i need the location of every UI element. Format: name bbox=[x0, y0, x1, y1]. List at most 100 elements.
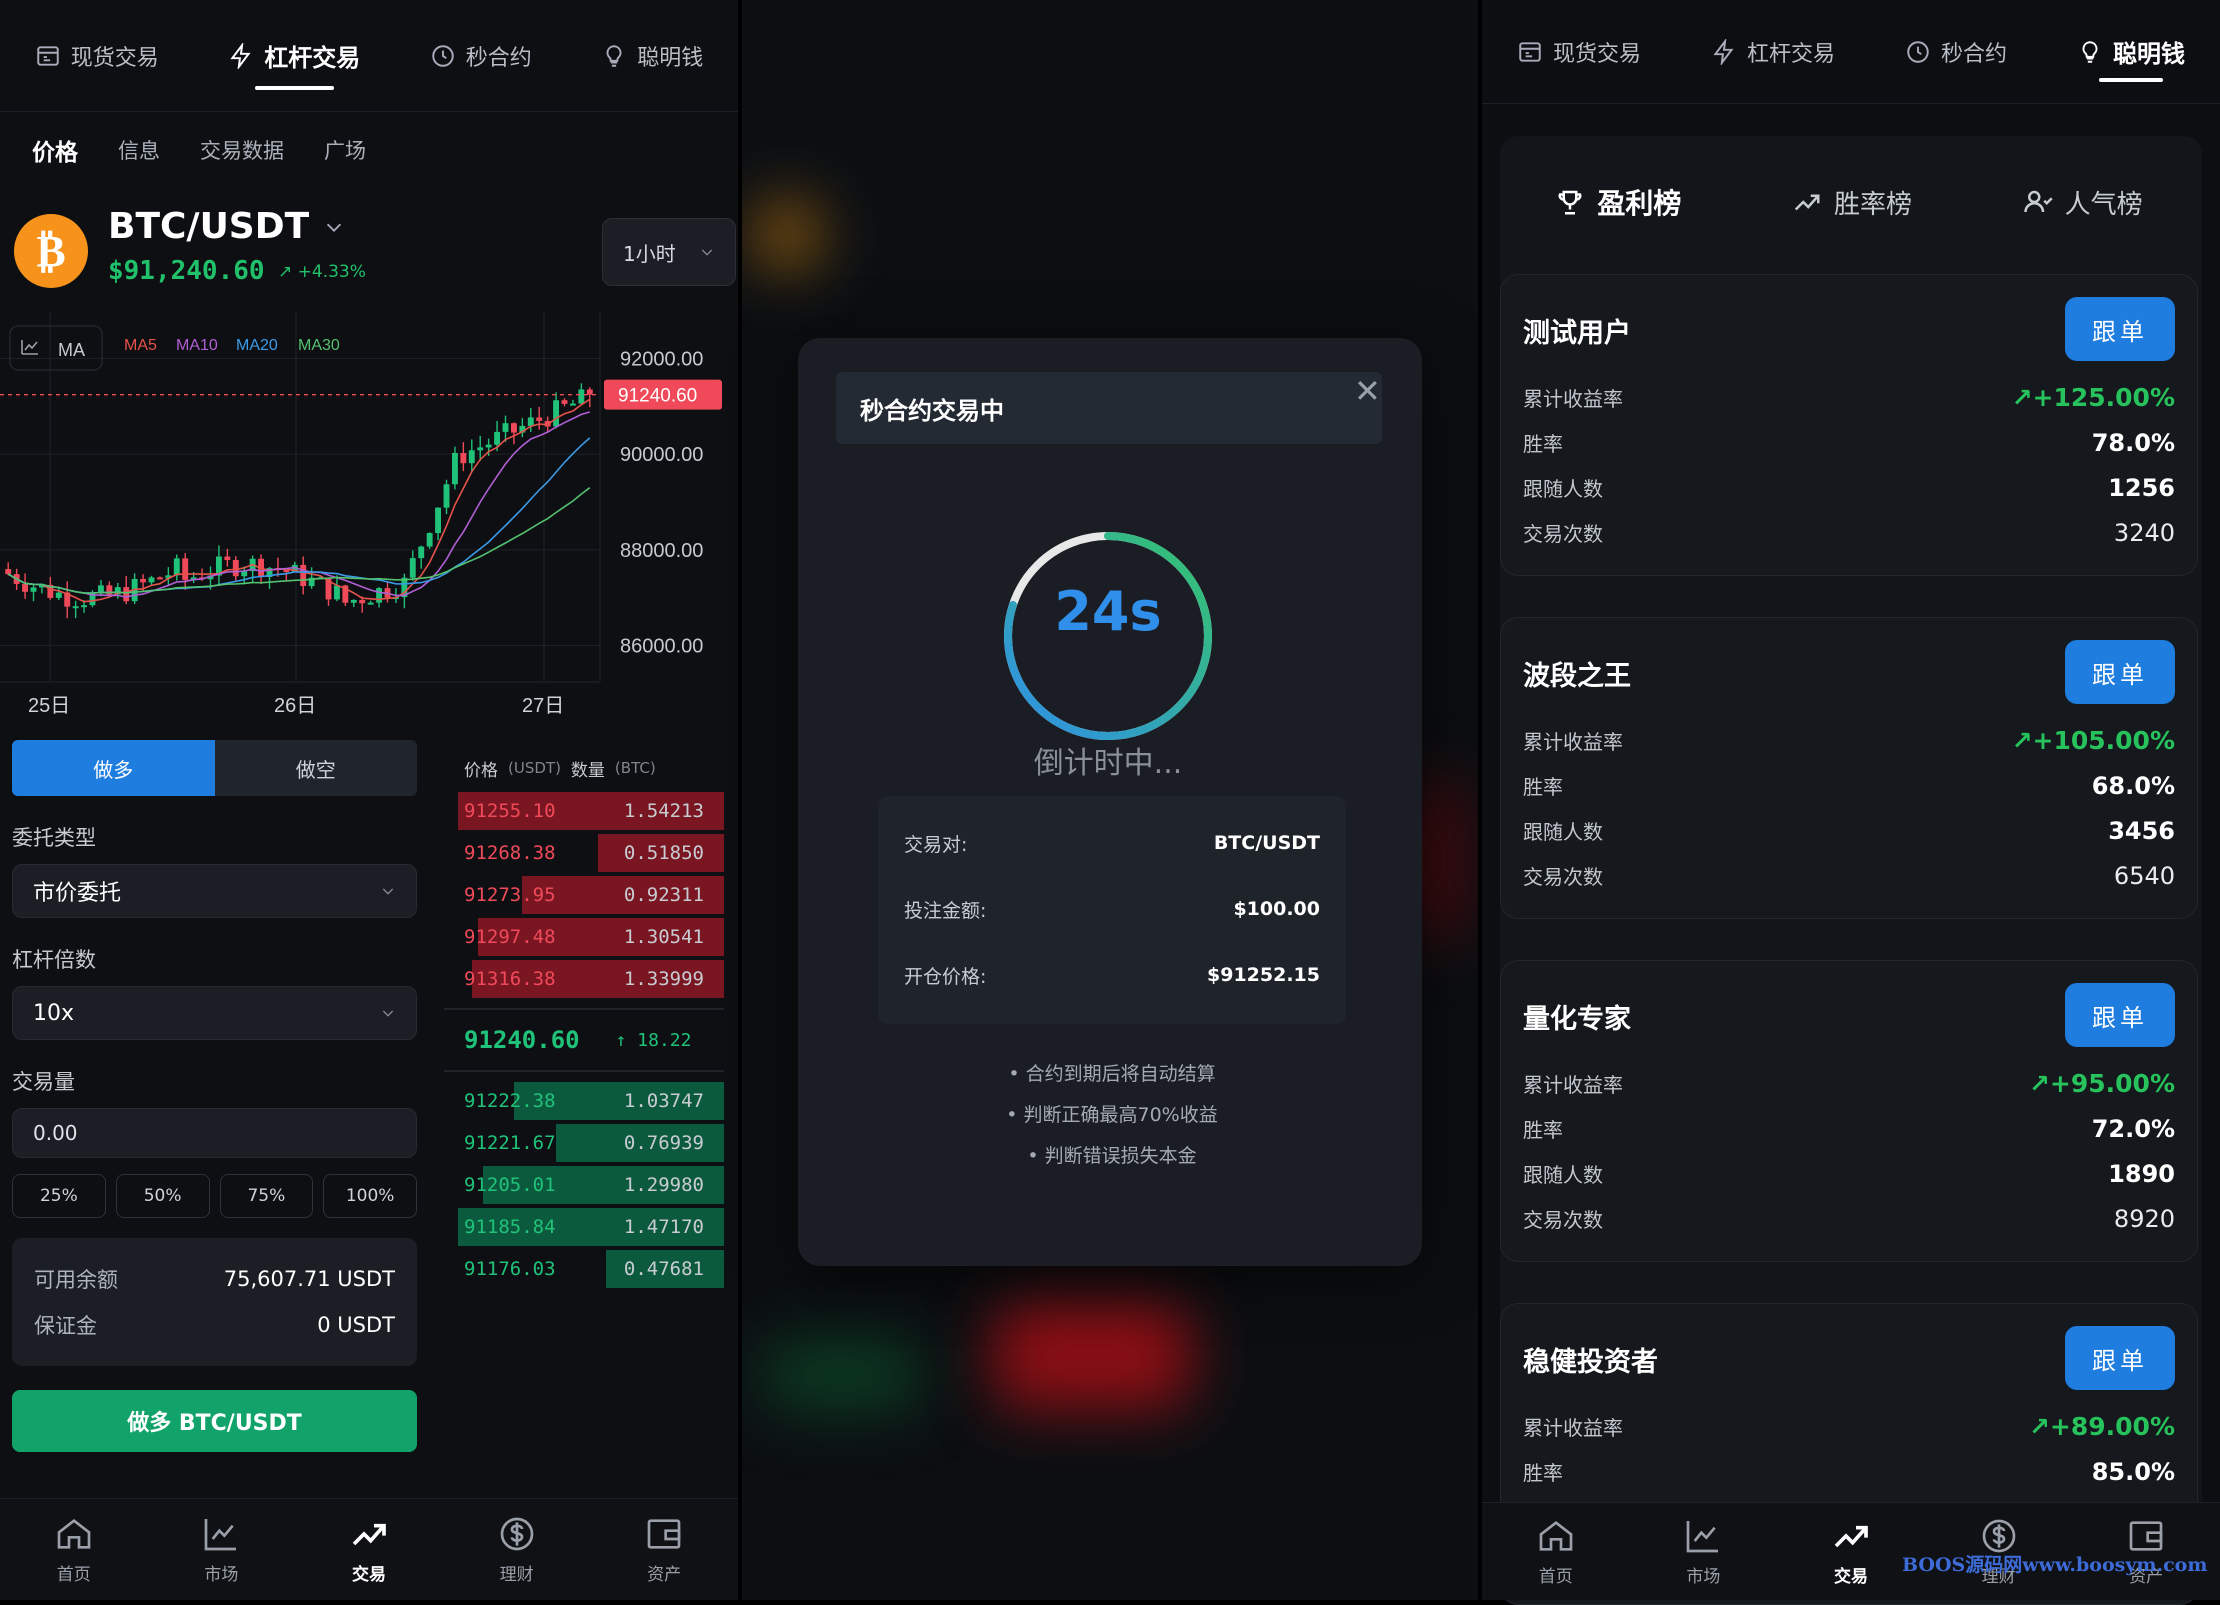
subtab-trade-data[interactable]: 交易数据 bbox=[200, 135, 284, 165]
tab-winrate-rank[interactable]: 胜率榜 bbox=[1792, 184, 1912, 221]
bid-row[interactable]: 91185.841.47170 bbox=[444, 1206, 724, 1248]
ma-line bbox=[8, 412, 590, 597]
trader-followers: 3456 bbox=[2108, 817, 2175, 845]
pair-selector[interactable]: BTC/USDT bbox=[108, 206, 345, 247]
y-tick-label: 90000.00 bbox=[620, 444, 703, 466]
x-tick-label: 26日 bbox=[274, 695, 316, 717]
chevron-down-icon bbox=[380, 1005, 396, 1021]
wallet-icon bbox=[644, 1514, 684, 1554]
tab-profit-rank[interactable]: 盈利榜 bbox=[1555, 182, 1681, 222]
tab-popularity-rank[interactable]: 人气榜 bbox=[2023, 184, 2143, 221]
indicator-button[interactable] bbox=[10, 326, 102, 370]
tab-spot[interactable]: 现货交易 bbox=[35, 0, 159, 112]
follow-button[interactable]: 跟单 bbox=[2065, 297, 2175, 361]
tab-leverage[interactable]: 杠杆交易 bbox=[1711, 0, 1835, 104]
ask-list: 91255.101.5421391268.380.5185091273.950.… bbox=[444, 790, 724, 1000]
follow-button[interactable]: 跟单 bbox=[2065, 1326, 2175, 1390]
submit-long-button[interactable]: 做多 BTC/USDT bbox=[12, 1390, 417, 1452]
order-type-select[interactable]: 市价委托 bbox=[12, 864, 417, 918]
candle-body bbox=[477, 447, 483, 450]
bid-row[interactable]: 91205.011.29980 bbox=[444, 1164, 724, 1206]
tab-smart-money[interactable]: 聪明钱 bbox=[601, 0, 703, 112]
subtab-square[interactable]: 广场 bbox=[324, 135, 366, 165]
candle-body bbox=[494, 432, 500, 445]
follow-button[interactable]: 跟单 bbox=[2065, 983, 2175, 1047]
margin-label: 保证金 bbox=[34, 1310, 97, 1340]
nav-home[interactable]: 首页 bbox=[1506, 1516, 1606, 1587]
bitcoin-logo-icon: ₿ bbox=[14, 214, 88, 288]
tab-seconds-contract[interactable]: 秒合约 bbox=[1905, 0, 2007, 104]
candle-body bbox=[73, 606, 79, 608]
candle-body bbox=[486, 445, 492, 448]
candle-body bbox=[368, 603, 374, 605]
candle-body bbox=[503, 423, 509, 432]
watermark: BOOS源码网www.boosym.com bbox=[1902, 1550, 2207, 1577]
amount-input[interactable]: 0.00 bbox=[12, 1108, 417, 1158]
chevron-down-icon bbox=[380, 883, 396, 899]
long-button[interactable]: 做多 bbox=[12, 740, 215, 796]
trend-up-icon: ↗ bbox=[2029, 1069, 2050, 1098]
pct-50-button[interactable]: 50% bbox=[116, 1174, 210, 1218]
candle-body bbox=[528, 417, 534, 426]
lightning-icon bbox=[228, 43, 254, 69]
trader-name: 稳健投资者 bbox=[1523, 1340, 1658, 1379]
pct-25-button[interactable]: 25% bbox=[12, 1174, 106, 1218]
close-icon[interactable]: ✕ bbox=[1354, 372, 1381, 410]
available-value: 75,607.71 USDT bbox=[224, 1267, 395, 1291]
x-tick-label: 27日 bbox=[522, 695, 564, 717]
timeframe-select[interactable]: 1小时 bbox=[602, 218, 736, 286]
margin-value: 0 USDT bbox=[317, 1313, 395, 1337]
subtab-price[interactable]: 价格 bbox=[32, 133, 78, 167]
ma-legend: MA10 bbox=[176, 337, 218, 354]
bid-qty: 1.29980 bbox=[624, 1174, 704, 1196]
clock-icon bbox=[1905, 39, 1931, 65]
ask-row[interactable]: 91273.950.92311 bbox=[444, 874, 724, 916]
trader-card: 波段之王跟单累计收益率↗+105.00%胜率68.0%跟随人数3456交易次数6… bbox=[1500, 617, 2198, 919]
ask-row[interactable]: 91297.481.30541 bbox=[444, 916, 724, 958]
candle-body bbox=[300, 565, 306, 586]
nav-assets[interactable]: 资产 bbox=[614, 1514, 714, 1585]
bid-list: 91222.381.0374791221.670.7693991205.011.… bbox=[444, 1080, 724, 1290]
trader-roi: ↗+89.00% bbox=[2029, 1412, 2175, 1441]
bid-row[interactable]: 91176.030.47681 bbox=[444, 1248, 724, 1290]
candle-body bbox=[81, 605, 87, 607]
bid-qty: 1.47170 bbox=[624, 1216, 704, 1238]
tab-seconds-contract[interactable]: 秒合约 bbox=[430, 0, 532, 112]
leverage-select[interactable]: 10x bbox=[12, 986, 417, 1040]
ask-row[interactable]: 91316.381.33999 bbox=[444, 958, 724, 1000]
candle-body bbox=[570, 404, 576, 406]
subtab-info[interactable]: 信息 bbox=[118, 135, 160, 165]
pct-100-button[interactable]: 100% bbox=[323, 1174, 417, 1218]
tab-smart-money[interactable]: 聪明钱 bbox=[2077, 0, 2185, 104]
short-button[interactable]: 做空 bbox=[215, 740, 418, 796]
chart-line-icon bbox=[201, 1514, 241, 1554]
trader-roi: ↗+125.00% bbox=[2012, 383, 2175, 412]
tab-leverage[interactable]: 杠杆交易 bbox=[228, 0, 360, 112]
nav-market[interactable]: 市场 bbox=[171, 1514, 271, 1585]
modal-title: 秒合约交易中 bbox=[836, 372, 1382, 444]
direction-toggle: 做多 做空 bbox=[12, 740, 417, 796]
bid-row[interactable]: 91222.381.03747 bbox=[444, 1080, 724, 1122]
candle-body bbox=[224, 557, 230, 561]
nav-home[interactable]: 首页 bbox=[24, 1514, 124, 1585]
ask-row[interactable]: 91255.101.54213 bbox=[444, 790, 724, 832]
pct-75-button[interactable]: 75% bbox=[220, 1174, 314, 1218]
mid-price-row: 91240.60↑ 18.22 bbox=[444, 1008, 724, 1072]
nav-trade[interactable]: 交易 bbox=[1801, 1516, 1901, 1587]
candlestick-chart[interactable]: 92000.0090000.0088000.0086000.0025日26日27… bbox=[0, 312, 738, 722]
ask-row[interactable]: 91268.380.51850 bbox=[444, 832, 724, 874]
trader-trades: 8920 bbox=[2114, 1205, 2175, 1233]
bid-row[interactable]: 91221.670.76939 bbox=[444, 1122, 724, 1164]
candle-body bbox=[157, 577, 163, 579]
top-tabs: 现货交易 杠杆交易 秒合约 聪明钱 bbox=[0, 0, 738, 112]
follow-button[interactable]: 跟单 bbox=[2065, 640, 2175, 704]
candle-body bbox=[376, 588, 382, 603]
contract-notes: • 合约到期后将自动结算 • 判断正确最高70%收益 • 判断错误损失本金 bbox=[860, 1054, 1364, 1177]
candle-body bbox=[22, 584, 28, 592]
bulb-icon bbox=[2077, 39, 2103, 65]
trend-up-icon: ↗ bbox=[2029, 1412, 2050, 1441]
tab-spot[interactable]: 现货交易 bbox=[1517, 0, 1641, 104]
nav-market[interactable]: 市场 bbox=[1653, 1516, 1753, 1587]
nav-finance[interactable]: 理财 bbox=[467, 1514, 567, 1585]
nav-trade[interactable]: 交易 bbox=[319, 1514, 419, 1585]
